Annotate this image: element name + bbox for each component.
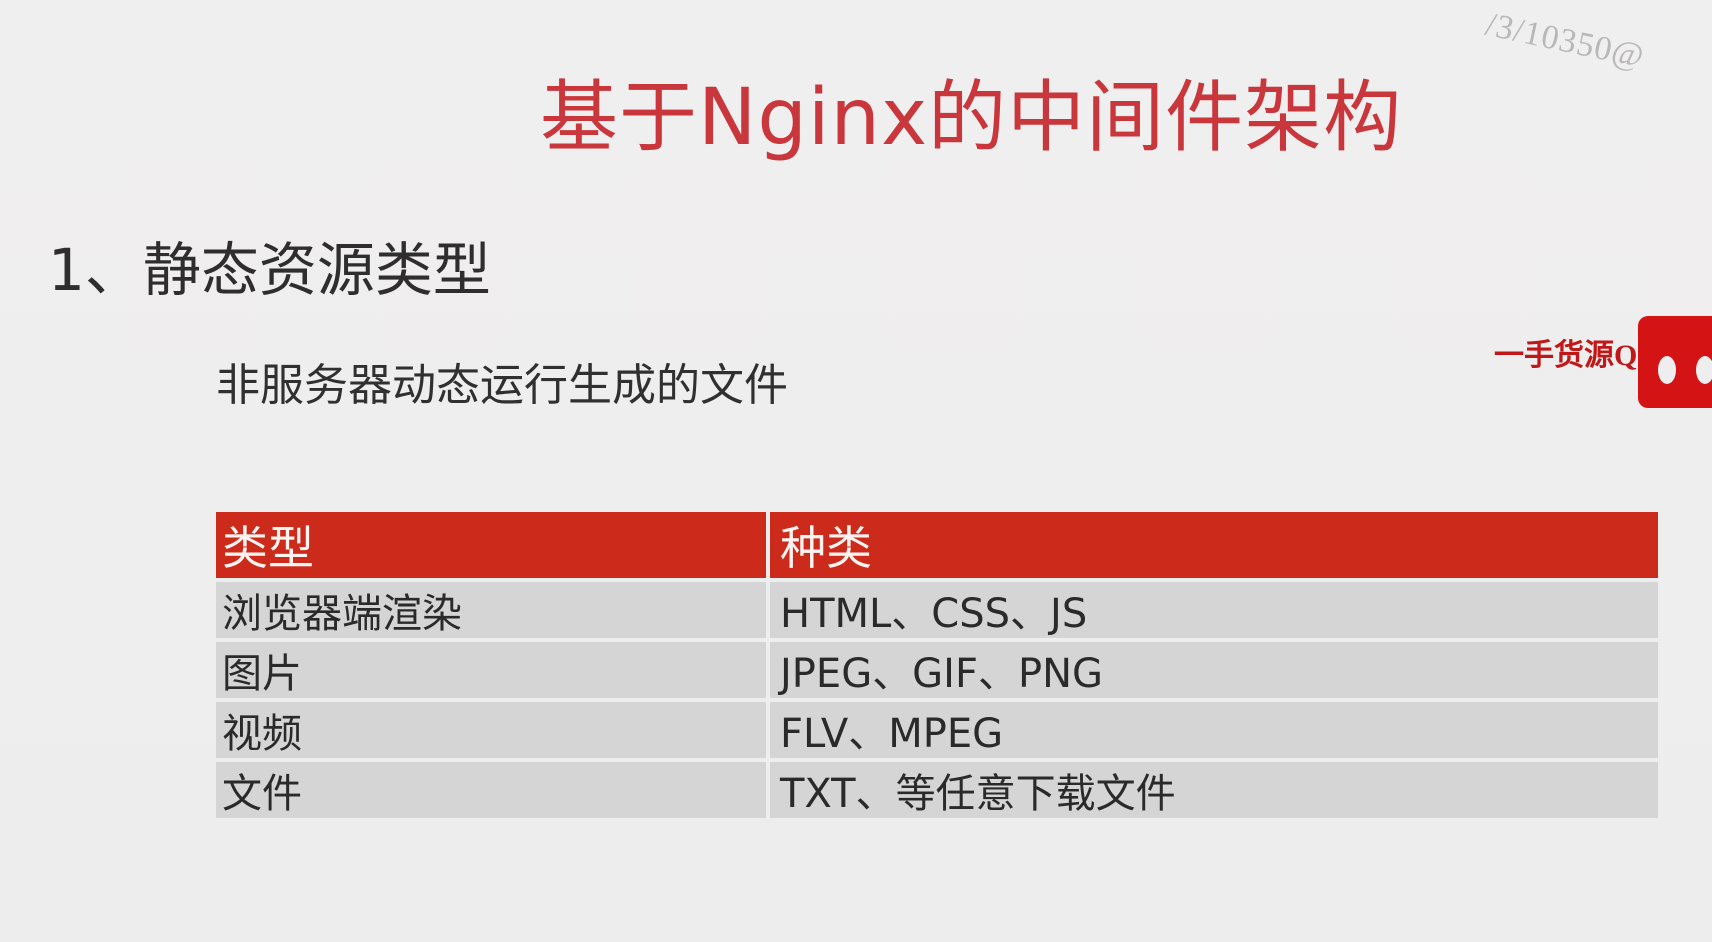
section-heading: 1、静态资源类型	[48, 236, 491, 304]
slide-canvas: /3/10350@ 基于Nginx的中间件架构 1、静态资源类型 非服务器动态运…	[0, 0, 1712, 942]
row-kind-cell: HTML、CSS、JS	[780, 591, 1088, 637]
row-kind-cell: JPEG、GIF、PNG	[780, 651, 1104, 697]
row-type-cell: 视频	[216, 702, 770, 758]
table-row: 视频 FLV、MPEG	[216, 702, 1658, 758]
header-kind: 种类	[780, 521, 872, 575]
resource-type-table: 类型 种类 浏览器端渲染 HTML、CSS、JS 图片 JPEG、GIF、PNG…	[216, 512, 1658, 818]
row-type-cell: 浏览器端渲染	[216, 582, 770, 638]
table-row: 浏览器端渲染 HTML、CSS、JS	[216, 582, 1658, 638]
section-description: 非服务器动态运行生成的文件	[216, 360, 788, 411]
slide-title: 基于Nginx的中间件架构	[540, 73, 1403, 163]
row-kind-cell: TXT、等任意下载文件	[780, 771, 1176, 817]
stamp-label: 一手货源Q	[1494, 339, 1638, 372]
watermark-text: /3/10350@	[1482, 6, 1648, 76]
row-type-cell: 文件	[216, 762, 770, 818]
table-row: 图片 JPEG、GIF、PNG	[216, 642, 1658, 698]
table-row: 文件 TXT、等任意下载文件	[216, 762, 1658, 818]
table-header-row: 类型 种类	[216, 512, 1658, 578]
qq-watermark-stamp: 一手货源Q	[1494, 316, 1712, 412]
qq-logo-icon	[1638, 316, 1712, 408]
header-type: 类型	[216, 512, 770, 578]
row-type-cell: 图片	[216, 642, 770, 698]
row-kind-cell: FLV、MPEG	[780, 711, 1004, 757]
